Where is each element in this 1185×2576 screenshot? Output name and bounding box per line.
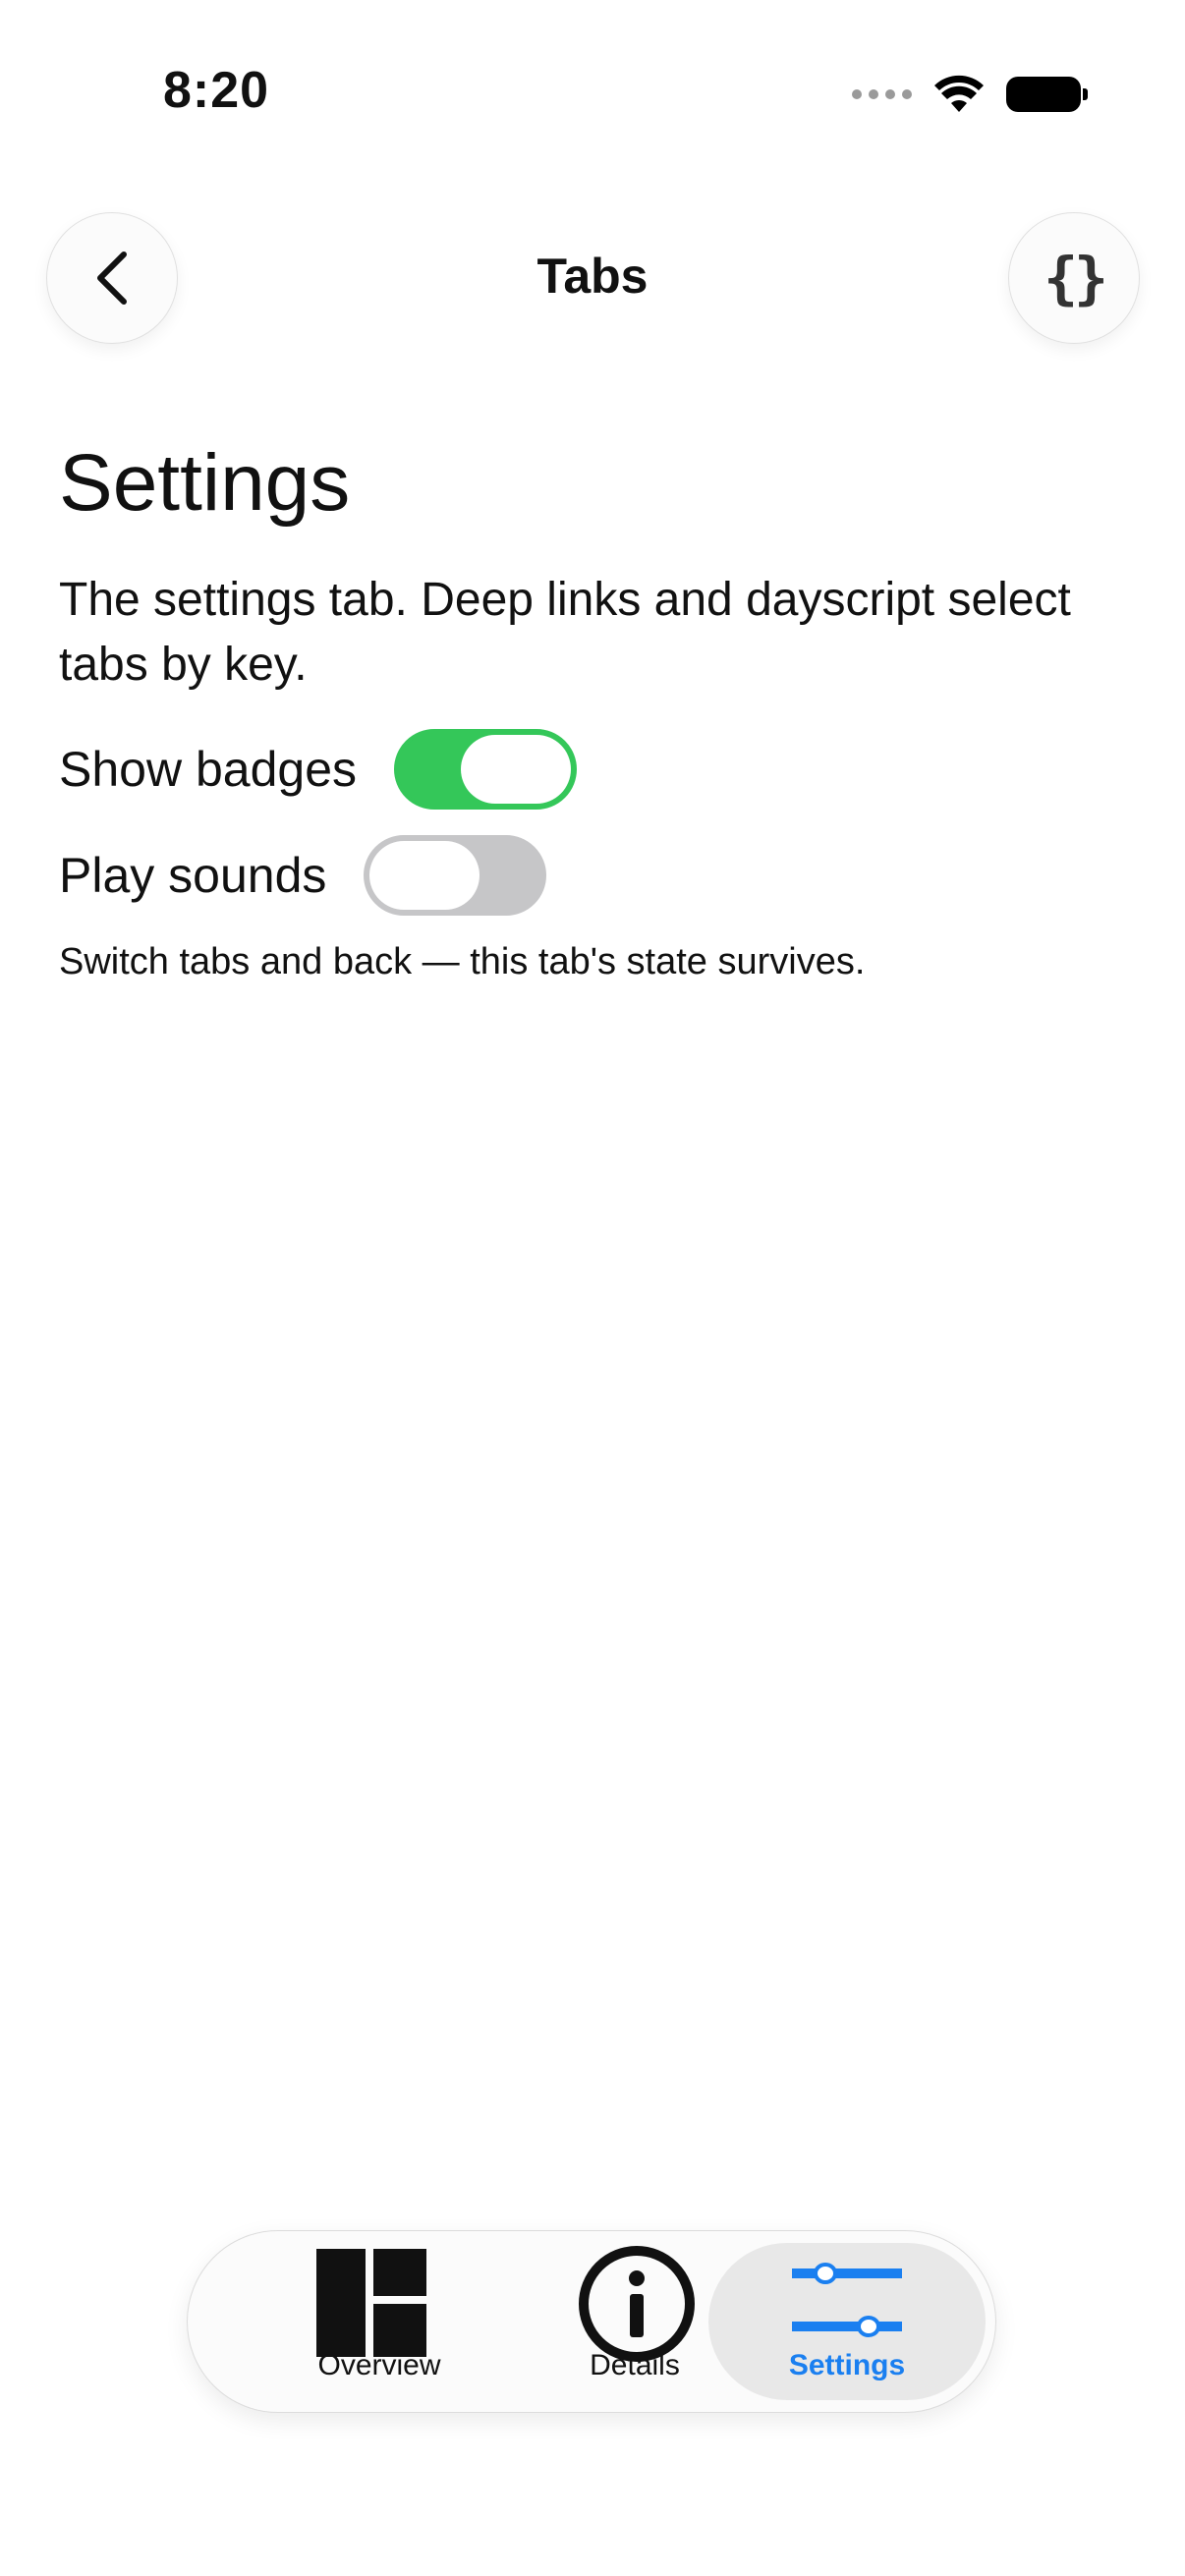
tab-settings-label: Settings <box>788 2349 906 2381</box>
status-icons <box>852 75 1088 114</box>
curly-braces-icon: {} <box>1044 245 1108 311</box>
battery-icon <box>1006 77 1088 112</box>
state-footnote: Switch tabs and back — this tab's state … <box>59 941 866 982</box>
play-sounds-label: Play sounds <box>59 848 327 903</box>
info-icon <box>579 2246 695 2362</box>
code-button[interactable]: {} <box>1008 212 1140 344</box>
sliders-icon <box>792 2263 902 2337</box>
page-description: The settings tab. Deep links and dayscri… <box>59 574 1071 691</box>
tab-overview-label: Overview <box>317 2349 441 2381</box>
show-badges-label: Show badges <box>59 742 358 797</box>
show-badges-row: Show badges <box>59 729 578 810</box>
play-sounds-row: Play sounds <box>59 835 547 916</box>
tab-bar: Overview Details Settings <box>187 2230 996 2413</box>
status-time: 8:20 <box>163 62 270 119</box>
wifi-icon <box>934 75 984 112</box>
toggle-knob <box>369 841 480 910</box>
toggle-knob <box>461 735 572 804</box>
play-sounds-toggle[interactable] <box>364 835 547 916</box>
show-badges-toggle[interactable] <box>394 729 578 810</box>
tab-settings[interactable]: Settings <box>708 2243 986 2400</box>
overview-layout-icon <box>316 2249 426 2357</box>
tab-overview[interactable]: Overview <box>266 2231 492 2412</box>
page-title: Settings <box>59 438 351 528</box>
cellular-signal-icon <box>852 89 912 99</box>
